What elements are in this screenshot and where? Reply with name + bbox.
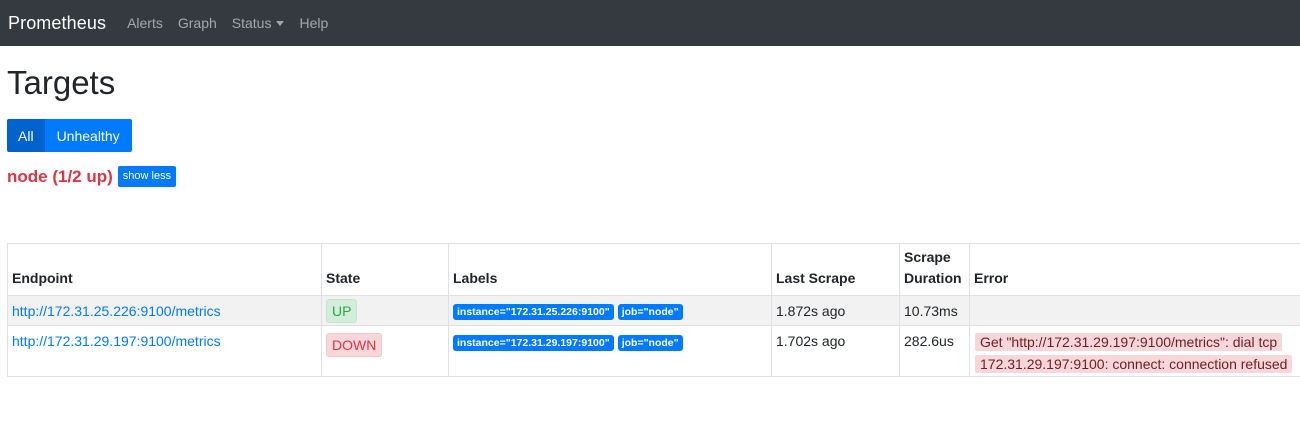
filter-button-group: All Unhealthy — [7, 119, 132, 152]
scrape-duration-cell: 282.6us — [899, 325, 970, 377]
header-scrape-duration: Scrape Duration — [899, 243, 970, 296]
endpoint-cell: http://172.31.29.197:9100/metrics — [7, 325, 322, 377]
state-badge-up: UP — [326, 298, 358, 323]
header-state: State — [321, 243, 449, 296]
label-badge-instance: instance="172.31.29.197:9100" — [453, 335, 614, 351]
state-cell: DOWN — [321, 325, 449, 377]
header-endpoint: Endpoint — [7, 243, 322, 296]
labels-cell: instance="172.31.25.226:9100" job="node" — [448, 295, 772, 326]
table-row: http://172.31.25.226:9100/metrics UP ins… — [7, 295, 1300, 326]
label-badge-instance: instance="172.31.25.226:9100" — [453, 303, 614, 320]
state-cell: UP — [321, 295, 449, 326]
chevron-down-icon — [276, 21, 285, 26]
error-wrapper: Get "http://172.31.29.197:9100/metrics":… — [975, 331, 1295, 375]
label-badge-job: job="node" — [617, 335, 683, 351]
pool-header: node (1/2 up) show less — [7, 166, 177, 187]
filter-all-button[interactable]: All — [7, 119, 45, 152]
error-cell: Get "http://172.31.29.197:9100/metrics":… — [969, 325, 1300, 377]
show-less-button[interactable]: show less — [117, 166, 177, 187]
error-cell — [969, 295, 1300, 326]
last-scrape-cell: 1.702s ago — [771, 325, 900, 377]
page-title: Targets — [7, 64, 116, 101]
nav-status-label: Status — [231, 15, 272, 31]
pool-title-link[interactable]: node (1/2 up) — [7, 167, 113, 187]
endpoint-cell: http://172.31.25.226:9100/metrics — [7, 295, 322, 326]
last-scrape-cell: 1.872s ago — [771, 295, 900, 326]
endpoint-link[interactable]: http://172.31.29.197:9100/metrics — [12, 333, 221, 349]
scrape-duration-cell: 10.73ms — [899, 295, 970, 326]
label-badge-job: job="node" — [617, 303, 683, 320]
targets-table: Endpoint State Labels Last Scrape Scrape… — [7, 243, 1300, 377]
labels-cell: instance="172.31.29.197:9100" job="node" — [448, 325, 772, 377]
table-row: http://172.31.29.197:9100/metrics DOWN i… — [7, 325, 1300, 377]
header-labels: Labels — [448, 243, 772, 296]
nav-help[interactable]: Help — [299, 15, 328, 31]
filter-unhealthy-button[interactable]: Unhealthy — [44, 119, 132, 152]
brand-link[interactable]: Prometheus — [8, 13, 106, 34]
header-last-scrape: Last Scrape — [771, 243, 900, 296]
nav-alerts[interactable]: Alerts — [127, 15, 163, 31]
navbar: Prometheus Alerts Graph Status Help — [0, 0, 1300, 46]
nav-status-dropdown[interactable]: Status — [232, 15, 285, 31]
table-header-row: Endpoint State Labels Last Scrape Scrape… — [7, 243, 1300, 296]
error-message: Get "http://172.31.29.197:9100/metrics":… — [975, 333, 1293, 373]
header-error: Error — [969, 243, 1300, 296]
endpoint-link[interactable]: http://172.31.25.226:9100/metrics — [12, 303, 221, 319]
nav-graph[interactable]: Graph — [178, 15, 217, 31]
state-badge-down: DOWN — [326, 333, 383, 357]
